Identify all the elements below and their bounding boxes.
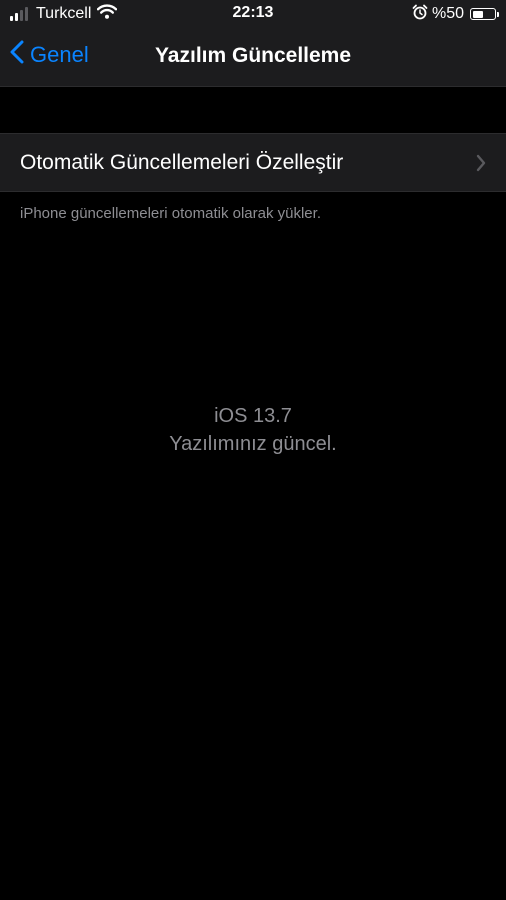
up-to-date-message: Yazılımınız güncel. bbox=[169, 433, 337, 455]
auto-update-row[interactable]: Otomatik Güncellemeleri Özelleştir bbox=[0, 133, 506, 192]
alarm-icon bbox=[412, 4, 428, 25]
page-title: Yazılım Güncelleme bbox=[154, 44, 352, 67]
auto-update-footer: iPhone güncellemeleri otomatik olarak yü… bbox=[20, 205, 321, 222]
navigation-bar: Genel Yazılım Güncelleme bbox=[0, 28, 506, 87]
status-bar: Turkcell 22:13 %50 bbox=[0, 0, 506, 28]
chevron-right-icon bbox=[476, 154, 486, 177]
ios-version: iOS 13.7 bbox=[214, 405, 292, 427]
status-right: %50 bbox=[412, 4, 499, 25]
auto-update-label: Otomatik Güncellemeleri Özelleştir bbox=[20, 151, 344, 174]
battery-icon bbox=[470, 8, 499, 20]
update-status: iOS 13.7 Yazılımınız güncel. bbox=[0, 402, 506, 458]
battery-percent: %50 bbox=[431, 5, 464, 22]
